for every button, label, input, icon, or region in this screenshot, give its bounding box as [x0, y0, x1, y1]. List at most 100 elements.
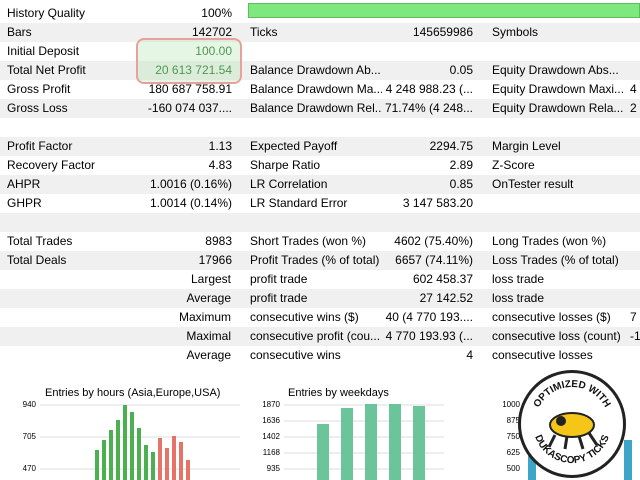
table-cell: AHPR [7, 177, 41, 191]
table-cell: profit trade [250, 291, 308, 305]
table-cell: 602 458.37 [412, 272, 473, 286]
table-cell: Ticks [250, 25, 278, 39]
chart-hours-bar [158, 438, 162, 480]
table-cell: 4602 (75.40%) [394, 234, 473, 248]
table-cell: 4 248 988.23 (... [385, 82, 473, 96]
table-cell: 40 (4 770 193.... [385, 310, 473, 324]
badge-logo-icon: OPTIMIZED WITH DUKASCOPY TICKS [532, 379, 613, 466]
table-cell: Z-Score [492, 158, 535, 172]
table-cell: Profit Factor [7, 139, 73, 153]
chart-weekdays-tick: 1870 [262, 400, 280, 409]
table-cell: Margin Level [492, 139, 561, 153]
chart-third-bar [624, 440, 632, 480]
table-cell: Equity Drawdown Abs... [492, 63, 619, 77]
table-cell: GHPR [7, 196, 42, 210]
table-row: AHPR 1.0016 (0.16%) LR Correlation 0.85 OnTe… [0, 175, 640, 194]
table-cell: 4 [630, 82, 637, 96]
table-cell: Total Net Profit [7, 63, 86, 77]
table-cell: 100% [201, 6, 232, 20]
table-cell: 2294.75 [429, 139, 473, 153]
chart-weekdays-bar [365, 404, 377, 480]
table-cell: Average [186, 291, 231, 305]
table-cell: consecutive wins [250, 348, 341, 362]
chart-hours-bar [151, 452, 155, 480]
table-row [0, 213, 640, 232]
chart-hours-tick: 705 [22, 432, 36, 441]
table-cell: Gross Profit [7, 82, 71, 96]
table-cell: Equity Drawdown Maxi... [492, 82, 625, 96]
table-cell: Short Trades (won %) [250, 234, 367, 248]
table-row: Total Trades 8983 Short Trades (won %) 4602… [0, 232, 640, 251]
dukascopy-badge: OPTIMIZED WITH DUKASCOPY TICKS [518, 370, 626, 478]
table-cell: 1.0014 (0.14%) [149, 196, 232, 210]
table-cell: 4 [466, 348, 473, 362]
table-cell: Symbols [492, 25, 539, 39]
table-cell: OnTester result [492, 177, 574, 191]
table-cell: Largest [190, 272, 231, 286]
table-cell: Maximal [186, 329, 231, 343]
table-cell: Loss Trades (% of total) [492, 253, 619, 267]
chart-hours-bar [123, 405, 127, 480]
table-row: GHPR 1.0014 (0.14%) LR Standard Error 3 147… [0, 194, 640, 213]
table-cell: loss trade [492, 291, 545, 305]
table-row: Initial Deposit 100.00 [0, 42, 640, 61]
table-cell: LR Standard Error [250, 196, 348, 210]
table-cell: History Quality [7, 6, 86, 20]
chart-third-tick: 1000 [502, 400, 520, 409]
table-cell: 3 147 583.20 [402, 196, 473, 210]
chart-hours-bar [179, 442, 183, 480]
table-cell: consecutive losses [492, 348, 593, 362]
table-cell: 4.83 [208, 158, 232, 172]
table-row: Gross Loss -160 074 037.... Balance Drawdo… [0, 99, 640, 118]
table-cell: loss trade [492, 272, 545, 286]
table-cell: Balance Drawdown Rel... [250, 101, 382, 115]
chart-hours-tick: 940 [22, 400, 36, 409]
table-cell: Recovery Factor [7, 158, 96, 172]
chart-hours-bar [95, 450, 99, 480]
table-row: consecutive wins 4 consecutive losses Avera… [0, 346, 640, 365]
table-row [0, 118, 640, 137]
table-cell: 7 [630, 310, 637, 324]
table-cell: consecutive loss (count) [492, 329, 621, 343]
history-quality-bar [248, 3, 640, 18]
table-cell: Initial Deposit [7, 44, 80, 58]
chart-hours-bar [130, 412, 134, 480]
chart-weekdays-tick: 1402 [262, 432, 280, 441]
table-cell: consecutive profit (cou... [250, 329, 381, 343]
table-cell: 27 142.52 [419, 291, 473, 305]
chart-hours-bar [109, 430, 113, 480]
chart-hours-title: Entries by hours (Asia,Europe,USA) [45, 387, 221, 399]
table-cell: 0.85 [449, 177, 473, 191]
table-cell: Total Trades [7, 234, 73, 248]
table-cell: Equity Drawdown Rela... [492, 101, 624, 115]
table-row: consecutive wins ($) 40 (4 770 193.... con… [0, 308, 640, 327]
table-cell: 1.0016 (0.16%) [149, 177, 232, 191]
table-cell: Expected Payoff [250, 139, 338, 153]
chart-weekdays-bar [413, 406, 425, 480]
svg-text:DUKASCOPY TICKS: DUKASCOPY TICKS [532, 433, 612, 466]
table-cell: profit trade [250, 272, 308, 286]
table-row: Recovery Factor 4.83 Sharpe Ratio 2.89 Z-Sco… [0, 156, 640, 175]
table-cell: 2.89 [449, 158, 473, 172]
table-cell: Balance Drawdown Ab... [250, 63, 381, 77]
table-row: profit trade 27 142.52 loss trade Average [0, 289, 640, 308]
chart-third-tick: 500 [506, 464, 520, 473]
badge-bottom-text: DUKASCOPY TICKS [532, 433, 612, 466]
chart-third-tick: 875 [506, 416, 520, 425]
table-cell: 2 [630, 101, 637, 115]
table-cell: 17966 [198, 253, 232, 267]
table-cell: 71.74% (4 248... [384, 101, 473, 115]
badge-top-text: OPTIMIZED WITH [532, 379, 613, 410]
table-cell: 4 770 193.93 (... [385, 329, 473, 343]
table-row: Bars 142702 Ticks 145659986 Symbols [0, 23, 640, 42]
table-cell: Average [186, 348, 231, 362]
chart-third-tick: 750 [506, 432, 520, 441]
table-cell: consecutive wins ($) [250, 310, 359, 324]
chart-weekdays-bar [341, 408, 353, 480]
table-cell: -160 074 037.... [147, 101, 232, 115]
chart-hours-bar [172, 436, 176, 480]
chart-weekdays-tick: 1636 [262, 416, 280, 425]
table-cell: Maximum [178, 310, 231, 324]
chart-hours-bar [165, 448, 169, 480]
chart-weekdays-bar [317, 424, 329, 480]
